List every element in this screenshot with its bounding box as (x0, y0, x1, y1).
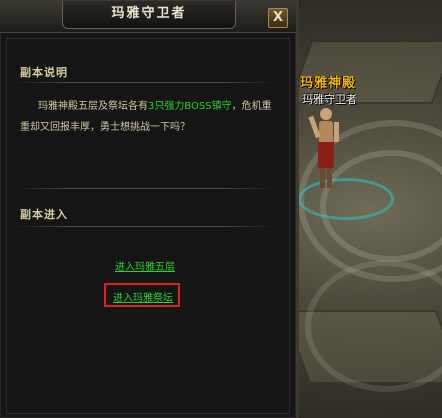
enter-maya-altar-link[interactable]: 进入玛雅祭坛 (113, 289, 173, 304)
divider (14, 82, 276, 83)
section-heading-description: 副本说明 (20, 66, 68, 79)
dialog-title: 玛雅守卫者 (62, 1, 236, 29)
map-title: 玛雅神殿 (300, 76, 357, 91)
close-button[interactable]: X (268, 8, 288, 28)
section-heading-enter: 副本进入 (20, 208, 68, 221)
divider (14, 226, 276, 227)
dungeon-dialog: 玛雅守卫者 X 副本说明 玛雅神殿五层及祭坛各有3只强力BOSS镇守，危机重重却… (0, 0, 299, 418)
npc-guardian-sprite[interactable] (306, 104, 344, 194)
divider (14, 188, 276, 189)
boss-highlight-text: 3只强力BOSS镇守 (148, 101, 232, 112)
dungeon-description: 玛雅神殿五层及祭坛各有3只强力BOSS镇守，危机重重却又回报丰厚，勇士想挑战一下… (20, 96, 278, 138)
description-text: 玛雅神殿五层及祭坛各有 (38, 101, 148, 112)
dialog-title-bar: 玛雅守卫者 X (0, 0, 296, 33)
enter-maya-level5-link[interactable]: 进入玛雅五层 (115, 258, 175, 273)
